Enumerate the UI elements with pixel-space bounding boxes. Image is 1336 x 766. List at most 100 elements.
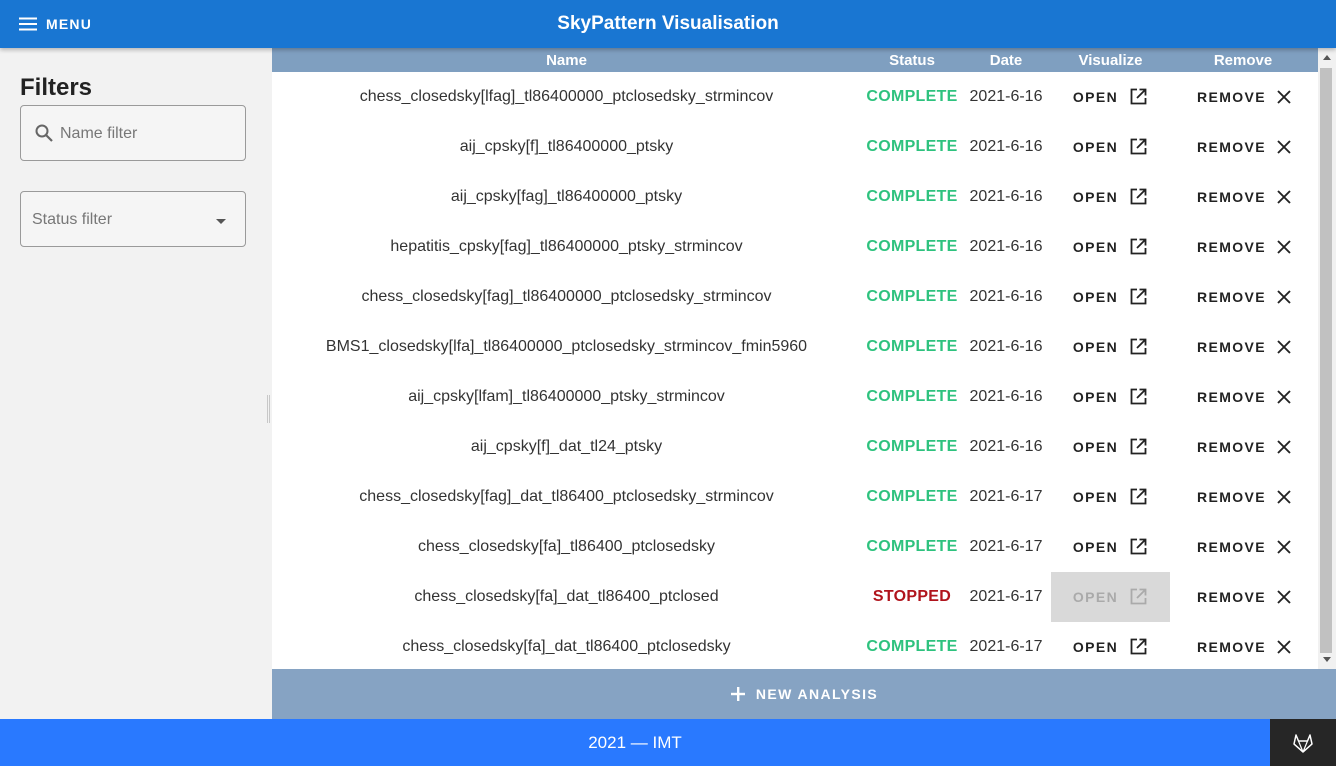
open-label: OPEN [1072, 189, 1119, 205]
remove-label: REMOVE [1196, 189, 1267, 205]
remove-button[interactable]: REMOVE [1177, 72, 1312, 122]
remove-label: REMOVE [1196, 439, 1267, 455]
open-button[interactable]: OPEN [1051, 522, 1170, 572]
remove-button[interactable]: REMOVE [1177, 172, 1312, 222]
table-row: aij_cpsky[f]_dat_tl24_ptsky COMPLETE 2021-… [272, 422, 1318, 472]
close-icon [1277, 590, 1291, 604]
remove-button[interactable]: REMOVE [1177, 472, 1312, 522]
status-filter-placeholder: Status filter [32, 211, 113, 228]
open-button[interactable]: OPEN [1051, 122, 1170, 172]
filters-title: Filters [20, 74, 93, 101]
table-row: chess_closedsky[fa]_tl86400_ptclosedsky C… [272, 522, 1318, 572]
column-header-status: Status [889, 52, 935, 69]
sidebar-resize-handle[interactable] [267, 395, 270, 423]
remove-button[interactable]: REMOVE [1177, 372, 1312, 422]
analysis-date: 2021-6-16 [969, 288, 1043, 305]
analysis-name: aij_cpsky[fag]_tl86400000_ptsky [450, 188, 683, 205]
remove-button[interactable]: REMOVE [1177, 622, 1312, 669]
new-analysis-button[interactable]: NEW ANALYSIS [272, 669, 1336, 719]
remove-button[interactable]: REMOVE [1177, 322, 1312, 372]
app-bar: MENU SkyPattern Visualisation [0, 0, 1336, 48]
open-in-new-icon [1130, 388, 1147, 405]
analysis-name: chess_closedsky[fag]_tl86400000_ptclosed… [361, 288, 772, 305]
open-button[interactable]: OPEN [1051, 222, 1170, 272]
close-icon [1277, 390, 1291, 404]
open-label: OPEN [1072, 439, 1119, 455]
close-icon [1277, 340, 1291, 354]
table-row: BMS1_closedsky[lfa]_tl86400000_ptcloseds… [272, 322, 1318, 372]
open-button[interactable]: OPEN [1051, 322, 1170, 372]
status-filter-select[interactable]: Status filter [20, 191, 246, 247]
status-badge: COMPLETE [866, 488, 958, 505]
open-in-new-icon [1130, 438, 1147, 455]
open-label: OPEN [1072, 489, 1119, 505]
remove-label: REMOVE [1196, 489, 1267, 505]
analysis-name: chess_closedsky[fag]_dat_tl86400_ptclose… [359, 488, 774, 505]
scroll-down-arrow-icon[interactable] [1323, 657, 1331, 662]
analysis-name: chess_closedsky[fa]_tl86400_ptclosedsky [417, 538, 716, 555]
analysis-date: 2021-6-16 [969, 388, 1043, 405]
status-badge: COMPLETE [866, 188, 958, 205]
remove-label: REMOVE [1196, 239, 1267, 255]
open-label: OPEN [1072, 589, 1119, 605]
remove-label: REMOVE [1196, 89, 1267, 105]
analysis-date: 2021-6-16 [969, 438, 1043, 455]
open-in-new-icon [1130, 138, 1147, 155]
gitlab-link[interactable] [1270, 719, 1336, 766]
analysis-name: hepatitis_cpsky[fag]_tl86400000_ptsky_st… [390, 238, 743, 255]
remove-label: REMOVE [1196, 139, 1267, 155]
close-icon [1277, 540, 1291, 554]
open-label: OPEN [1072, 539, 1119, 555]
open-in-new-icon [1130, 588, 1147, 605]
scrollbar-thumb[interactable] [1320, 68, 1332, 653]
open-in-new-icon [1130, 638, 1147, 655]
open-label: OPEN [1072, 289, 1119, 305]
app-title: SkyPattern Visualisation [557, 13, 779, 34]
remove-button[interactable]: REMOVE [1177, 272, 1312, 322]
open-button[interactable]: OPEN [1051, 272, 1170, 322]
open-in-new-icon [1130, 188, 1147, 205]
remove-button[interactable]: REMOVE [1177, 572, 1312, 622]
open-in-new-icon [1130, 88, 1147, 105]
remove-button[interactable]: REMOVE [1177, 122, 1312, 172]
table-row: aij_cpsky[fag]_tl86400000_ptsky COMPLETE 2… [272, 172, 1318, 222]
open-button[interactable]: OPEN [1051, 72, 1170, 122]
name-filter-placeholder: Name filter [60, 125, 138, 142]
analysis-date: 2021-6-17 [969, 588, 1043, 605]
table-row: chess_closedsky[fa]_dat_tl86400_ptclosed… [272, 622, 1318, 669]
footer: 2021 — IMT [0, 719, 1270, 766]
remove-label: REMOVE [1196, 539, 1267, 555]
open-button[interactable]: OPEN [1051, 172, 1170, 222]
remove-button[interactable]: REMOVE [1177, 522, 1312, 572]
remove-label: REMOVE [1196, 589, 1267, 605]
remove-label: REMOVE [1196, 289, 1267, 305]
analysis-date: 2021-6-16 [969, 88, 1043, 105]
remove-button[interactable]: REMOVE [1177, 222, 1312, 272]
open-in-new-icon [1130, 238, 1147, 255]
table-header: Name Status Date Visualize Remove [272, 48, 1318, 72]
status-badge: COMPLETE [866, 388, 958, 405]
new-analysis-label: NEW ANALYSIS [755, 686, 879, 702]
close-icon [1277, 640, 1291, 654]
scroll-up-arrow-icon[interactable] [1323, 55, 1331, 60]
column-header-name: Name [546, 52, 587, 69]
open-button[interactable]: OPEN [1051, 422, 1170, 472]
remove-button[interactable]: REMOVE [1177, 422, 1312, 472]
close-icon [1277, 240, 1291, 254]
open-label: OPEN [1072, 639, 1119, 655]
close-icon [1277, 290, 1291, 304]
open-in-new-icon [1130, 338, 1147, 355]
gitlab-icon [1293, 733, 1313, 753]
table-scrollbar[interactable] [1318, 48, 1336, 669]
open-label: OPEN [1072, 389, 1119, 405]
remove-label: REMOVE [1196, 339, 1267, 355]
name-filter-input[interactable]: Name filter [20, 105, 246, 161]
open-button[interactable]: OPEN [1051, 622, 1170, 669]
open-button[interactable]: OPEN [1051, 372, 1170, 422]
open-button[interactable]: OPEN [1051, 472, 1170, 522]
analyses-table: Name Status Date Visualize Remove chess_… [272, 48, 1336, 669]
open-in-new-icon [1130, 538, 1147, 555]
status-badge: COMPLETE [866, 638, 958, 655]
caret-down-icon [216, 219, 226, 224]
remove-label: REMOVE [1196, 639, 1267, 655]
